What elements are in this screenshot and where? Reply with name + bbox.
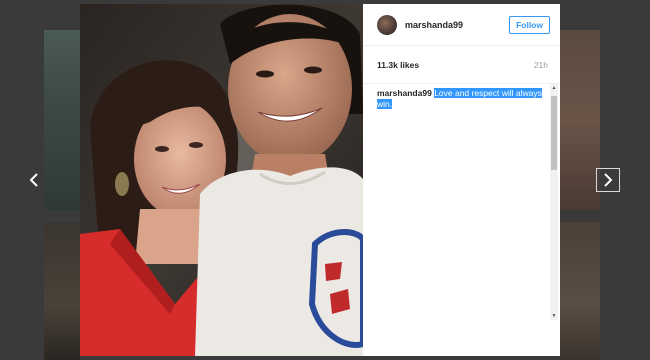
chevron-left-icon <box>29 173 38 187</box>
chevron-right-icon <box>604 173 613 187</box>
likes-count[interactable]: 11.3k likes <box>377 60 419 70</box>
scroll-up-icon[interactable]: ▲ <box>550 84 558 92</box>
comments-scrollbar[interactable]: ▲ ▼ <box>550 84 558 320</box>
feed-thumbnail <box>560 30 600 210</box>
feed-thumbnail <box>560 222 600 360</box>
follow-button[interactable]: Follow <box>509 15 550 34</box>
caption-area: marshanda99 Love and respect will always… <box>363 84 560 322</box>
post-header: marshanda99 Follow <box>363 4 560 46</box>
next-post-button[interactable] <box>596 168 620 192</box>
username-link[interactable]: marshanda99 <box>405 20 509 30</box>
scrollbar-thumb[interactable] <box>551 96 557 170</box>
scroll-down-icon[interactable]: ▼ <box>550 312 558 320</box>
post-time: 21h <box>533 59 548 70</box>
avatar[interactable] <box>377 14 397 35</box>
caption-username[interactable]: marshanda99 <box>377 88 432 98</box>
previous-post-button[interactable] <box>22 168 46 192</box>
post-sidebar: marshanda99 Follow 11.3k likes 21h marsh… <box>363 4 560 356</box>
feed-thumbnail <box>44 222 80 360</box>
post-photo <box>80 4 363 356</box>
post-modal: marshanda99 Follow 11.3k likes 21h marsh… <box>80 4 560 356</box>
feed-thumbnail <box>44 30 80 210</box>
post-stats: 11.3k likes 21h <box>363 46 560 84</box>
